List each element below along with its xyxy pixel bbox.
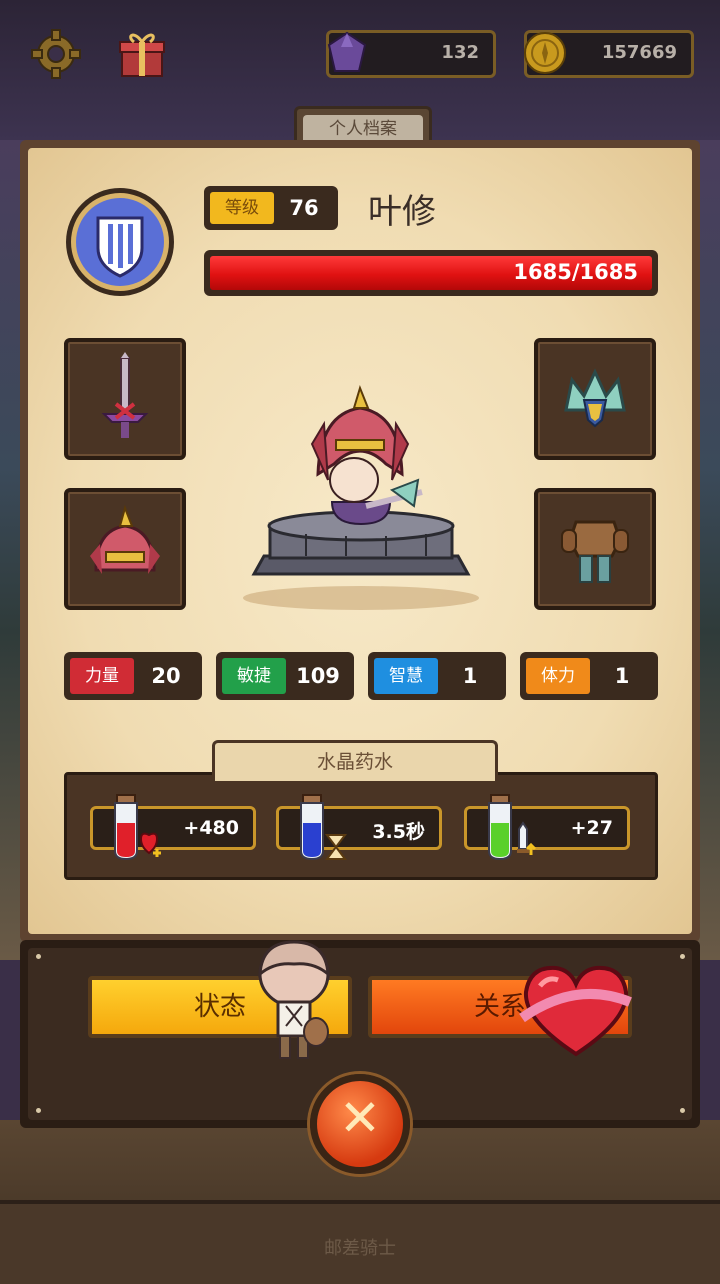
stat-wisdom: 智慧 1 [368, 652, 506, 700]
hp-text: 1685/1685 [513, 260, 638, 284]
gem-counter: 132 [326, 30, 496, 78]
blue-potion-hourglass-icon [300, 794, 347, 861]
potion-attack-value: +27 [570, 817, 613, 839]
armor-slot[interactable] [534, 488, 656, 610]
stat-stamina: 体力 1 [520, 652, 658, 700]
potion-attack[interactable]: +27 [464, 794, 630, 861]
gift-icon[interactable] [116, 28, 168, 80]
accessory-slot[interactable] [534, 338, 656, 460]
weapon-slot[interactable] [64, 338, 186, 460]
rivet [680, 954, 685, 959]
shield-emblem-icon [66, 188, 174, 296]
level-label: 等级 [210, 192, 274, 224]
potion-title: 水晶药水 [212, 740, 498, 781]
hp-bar: 1685/1685 [204, 250, 658, 296]
helmet-icon [90, 504, 160, 574]
rivet [36, 954, 41, 959]
level-badge: 等级 76 [204, 186, 338, 230]
rivet [36, 1108, 41, 1113]
close-icon: ✕ [339, 1089, 381, 1147]
armor-icon [561, 520, 629, 583]
sword-icon [101, 352, 149, 438]
stat-wisdom-value: 1 [462, 664, 478, 688]
stat-stamina-value: 1 [614, 664, 630, 688]
potion-health[interactable]: +480 [90, 794, 256, 861]
hero-name: 叶修 [368, 192, 436, 232]
stat-stamina-label: 体力 [526, 658, 590, 694]
npc-character [258, 940, 330, 1059]
gold-counter: 157669 [524, 30, 694, 78]
red-potion-heart-icon [114, 794, 161, 861]
gem-icon [327, 31, 367, 72]
stat-wisdom-label: 智慧 [374, 658, 438, 694]
stat-strength: 力量 20 [64, 652, 202, 700]
stat-agility-label: 敏捷 [222, 658, 286, 694]
gear-icon[interactable] [30, 28, 82, 80]
green-potion-sword-icon [488, 794, 537, 861]
stat-strength-value: 20 [151, 664, 181, 688]
stat-agility: 敏捷 109 [216, 652, 354, 700]
stat-agility-value: 109 [296, 664, 340, 688]
heart-icon [519, 965, 632, 1057]
potion-speed[interactable]: 3.5秒 [276, 794, 442, 861]
crown-icon [564, 368, 626, 428]
rivet [680, 1108, 685, 1113]
footer-title: 邮差骑士 [324, 1238, 396, 1259]
helmet-slot[interactable] [64, 488, 186, 610]
hero-character [243, 384, 479, 610]
gem-count: 132 [441, 42, 479, 63]
gold-count: 157669 [601, 42, 677, 63]
potion-health-value: +480 [183, 817, 239, 839]
level-value: 76 [289, 196, 319, 220]
potion-speed-value: 3.5秒 [372, 821, 425, 843]
close-button[interactable]: ✕ [310, 1074, 410, 1174]
stat-strength-label: 力量 [70, 658, 134, 694]
gold-coin-icon [524, 32, 566, 74]
